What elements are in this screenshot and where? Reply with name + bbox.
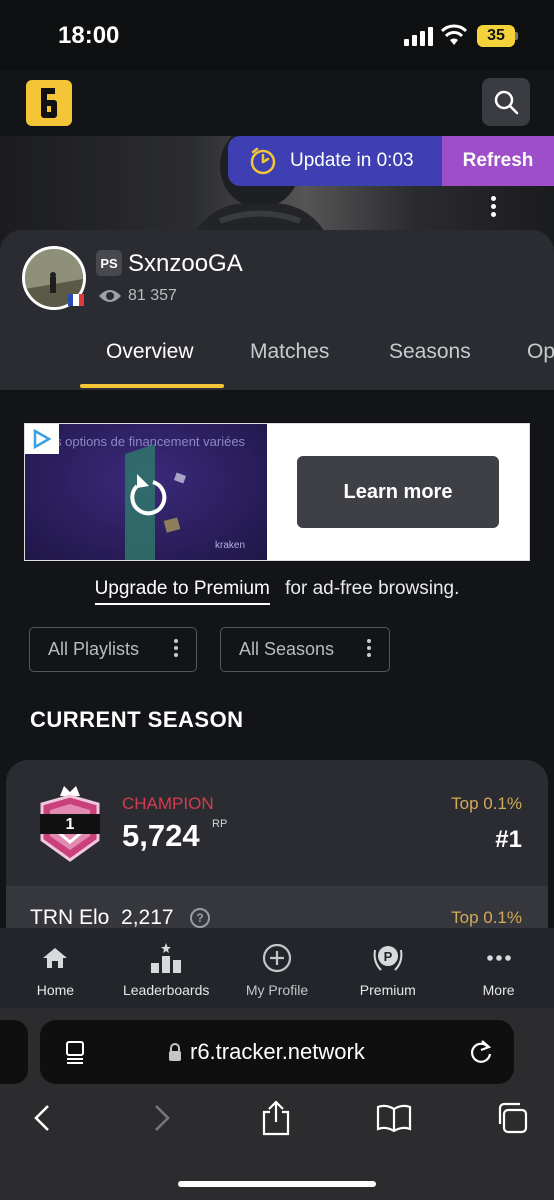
timer-icon <box>250 147 276 175</box>
search-icon <box>494 90 519 115</box>
upgrade-premium-link[interactable]: Upgrade to Premium <box>94 578 270 605</box>
tab-matches[interactable]: Matches <box>250 340 329 364</box>
tab-seasons[interactable]: Seasons <box>389 340 471 364</box>
address-bar[interactable]: r6.tracker.network <box>40 1020 514 1084</box>
learn-more-button[interactable]: Learn more <box>297 456 499 528</box>
battery-tip <box>515 32 518 40</box>
url-text: r6.tracker.network <box>190 1039 365 1064</box>
update-timer: Update in 0:03 <box>228 136 442 186</box>
flag-icon <box>68 294 84 306</box>
premium-icon: P <box>373 946 403 971</box>
forward-button[interactable] <box>142 1098 182 1138</box>
battery-indicator: 35 <box>477 25 515 47</box>
playstation-icon: PS <box>96 250 122 276</box>
home-indicator <box>178 1181 376 1187</box>
wifi-icon <box>441 24 467 45</box>
ad-brand: kraken <box>215 540 246 551</box>
playlist-filter-label: All Playlists <box>48 639 140 659</box>
rank-top-percent: Top 0.1% <box>451 794 522 813</box>
season-filter[interactable]: All Seasons <box>220 627 390 672</box>
view-count: 81 357 <box>128 287 177 304</box>
ad-choices-icon[interactable] <box>25 424 59 454</box>
elo-value: 2,217 <box>121 906 174 929</box>
update-text: Update in 0:03 <box>290 150 414 171</box>
nav-premium[interactable]: P Premium <box>332 928 443 1008</box>
rainbow-six-logo-icon <box>41 88 57 118</box>
reload-icon[interactable] <box>468 1038 494 1066</box>
svg-text:P: P <box>383 949 392 964</box>
premium-suffix: for ad-free browsing. <box>285 578 460 599</box>
nav-my-profile-label: My Profile <box>245 982 309 998</box>
book-icon <box>376 1104 412 1132</box>
tabs-button[interactable] <box>492 1098 532 1138</box>
nav-more[interactable]: More <box>443 928 554 1008</box>
reader-icon[interactable] <box>64 1040 86 1064</box>
more-vertical-icon <box>365 639 373 660</box>
chevron-right-icon <box>155 1105 170 1131</box>
nav-my-profile[interactable]: My Profile <box>222 928 333 1008</box>
status-time: 18:00 <box>58 22 120 49</box>
active-tab-indicator <box>80 384 224 388</box>
champion-rank-icon: 1 <box>40 786 100 862</box>
lock-icon <box>169 1043 181 1061</box>
previous-tab-preview[interactable] <box>0 1020 28 1084</box>
home-icon <box>43 948 68 968</box>
username: SxnzooGA <box>128 250 243 277</box>
status-bar: 18:00 35 <box>0 0 554 70</box>
nav-home[interactable]: Home <box>0 928 111 1008</box>
season-filter-label: All Seasons <box>239 639 335 659</box>
back-button[interactable] <box>22 1098 62 1138</box>
tab-overview[interactable]: Overview <box>106 340 194 364</box>
chevron-left-icon <box>34 1105 49 1131</box>
rank-points: 5,724 <box>122 818 200 853</box>
help-icon[interactable]: ? <box>190 908 210 928</box>
profile-card: PS SxnzooGA 81 357 Overview Matches Seas… <box>0 230 554 390</box>
banner-more-icon[interactable] <box>488 196 498 220</box>
nav-more-label: More <box>482 982 515 998</box>
playlist-filter[interactable]: All Playlists <box>29 627 197 672</box>
nav-home-label: Home <box>36 982 75 998</box>
plus-circle-icon <box>262 943 292 973</box>
update-banner: Update in 0:03 Refresh <box>228 136 554 186</box>
section-title: CURRENT SEASON <box>30 707 244 732</box>
refresh-button[interactable]: Refresh <box>442 136 554 186</box>
elo-top-percent: Top 0.1% <box>451 908 522 927</box>
advertisement[interactable]: s options de financement variées kraken … <box>24 423 530 561</box>
nav-leaderboards[interactable]: Leaderboards <box>111 928 222 1008</box>
current-season-card: 1 CHAMPION 5,724 RP Top 0.1% #1 TRN Elo … <box>6 760 548 940</box>
elo-label: TRN Elo 2,217 <box>30 906 174 929</box>
leaderboard-icon <box>151 943 182 973</box>
nav-leaderboards-label: Leaderboards <box>122 982 210 998</box>
browser-chrome: r6.tracker.network <box>0 1008 554 1200</box>
nav-premium-label: Premium <box>359 982 416 998</box>
tab-operators[interactable]: Op <box>527 340 554 364</box>
share-button[interactable] <box>256 1098 296 1138</box>
signal-icon <box>404 26 434 46</box>
tabs-icon <box>498 1102 528 1134</box>
rank-badge-number: 1 <box>66 816 75 833</box>
rank-unit: RP <box>212 818 228 830</box>
eye-icon <box>99 290 121 302</box>
site-logo[interactable] <box>26 80 72 126</box>
ad-image[interactable]: s options de financement variées kraken <box>25 424 267 560</box>
more-vertical-icon <box>172 639 180 660</box>
more-icon <box>486 955 511 961</box>
bottom-navigation: Home Leaderboards My Profile P Premium M… <box>0 928 554 1008</box>
profile-tabs: Overview Matches Seasons Op <box>0 334 554 390</box>
bookmarks-button[interactable] <box>374 1098 414 1138</box>
app-header <box>0 70 554 136</box>
share-icon <box>262 1100 290 1136</box>
premium-upsell: Upgrade to Premium for ad-free browsing. <box>0 578 554 605</box>
search-button[interactable] <box>482 78 530 126</box>
rank-position: #1 <box>495 826 522 853</box>
rank-name: CHAMPION <box>122 794 214 813</box>
